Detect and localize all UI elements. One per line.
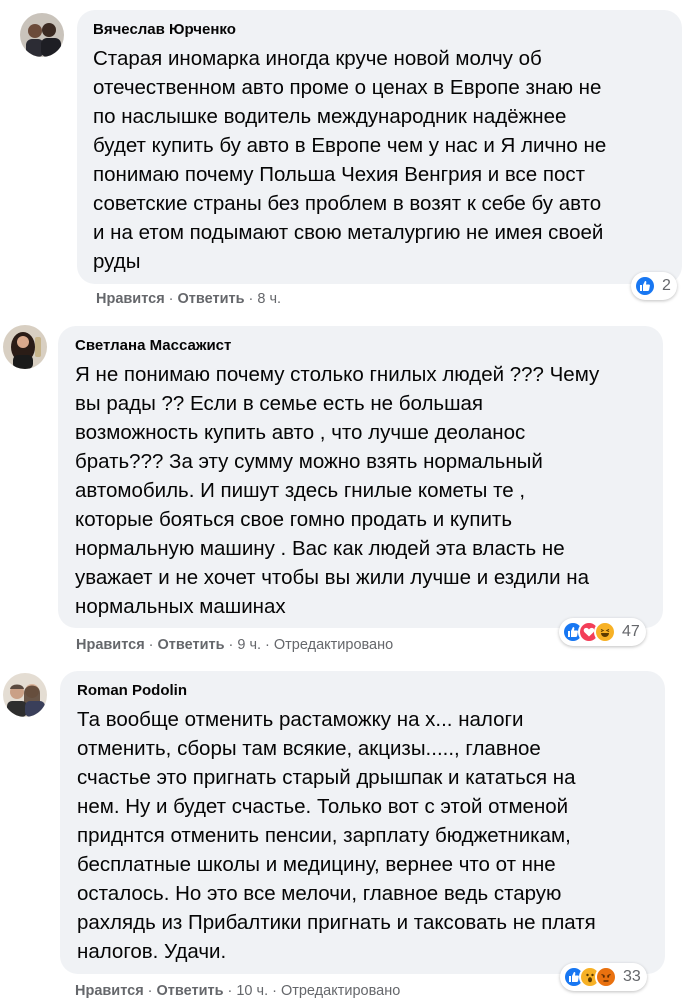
comment-actions: Нравится · Ответить · 10 ч. · Отредактировано [75,981,400,1001]
angry-reaction-icon [595,966,617,988]
like-reaction-icon [634,275,656,297]
like-button[interactable]: Нравится [75,983,144,999]
comment-bubble: Roman Podolin Та вообще отменить растамо… [60,671,665,974]
separator: · [147,983,153,999]
reaction-summary[interactable]: 47 [559,618,646,646]
comment-author[interactable]: Вячеслав Юрченко [93,20,666,40]
reaction-summary[interactable]: 33 [560,963,647,991]
avatar[interactable] [20,13,64,57]
avatar[interactable] [3,673,47,717]
separator: · [265,637,270,653]
comment-text: Та вообще отменить растаможку на х... на… [77,708,596,963]
comment-bubble: Вячеслав Юрченко Старая иномарка иногда … [77,10,682,284]
reply-button[interactable]: Ответить [157,983,224,999]
edited-label: Отредактировано [280,983,401,999]
avatar-photo-icon [3,325,47,369]
comment-author[interactable]: Roman Podolin [77,681,648,701]
timestamp[interactable]: 9 ч. [237,637,261,653]
avatar-photo-icon [3,673,47,717]
comment-actions: Нравится · Ответить · 9 ч. · Отредактировано [76,635,393,655]
comment-actions: Нравится · Ответить · 8 ч. [96,289,281,309]
edited-label: Отредактировано [273,637,394,653]
comment-text: Я не понимаю почему столько гнилых людей… [75,363,600,618]
reaction-count: 2 [662,277,671,294]
timestamp[interactable]: 8 ч. [257,291,281,307]
reaction-count: 33 [623,968,641,985]
comment-bubble: Светлана Массажист Я не понимаю почему с… [58,326,663,628]
avatar[interactable] [3,325,47,369]
haha-reaction-icon [594,621,616,643]
comment-text: Старая иномарка иногда круче новой молчу… [93,47,607,273]
separator: · [227,983,233,999]
reply-button[interactable]: Ответить [178,291,245,307]
separator: · [272,983,277,999]
separator: · [148,637,154,653]
comment-author[interactable]: Светлана Массажист [75,336,646,356]
timestamp[interactable]: 10 ч. [236,983,268,999]
like-button[interactable]: Нравится [96,291,165,307]
reply-button[interactable]: Ответить [158,637,225,653]
avatar-photo-icon [20,13,64,57]
separator: · [228,637,234,653]
reaction-summary[interactable]: 2 [631,272,677,300]
reaction-count: 47 [622,623,640,640]
separator: · [168,291,174,307]
like-button[interactable]: Нравится [76,637,145,653]
separator: · [248,291,254,307]
